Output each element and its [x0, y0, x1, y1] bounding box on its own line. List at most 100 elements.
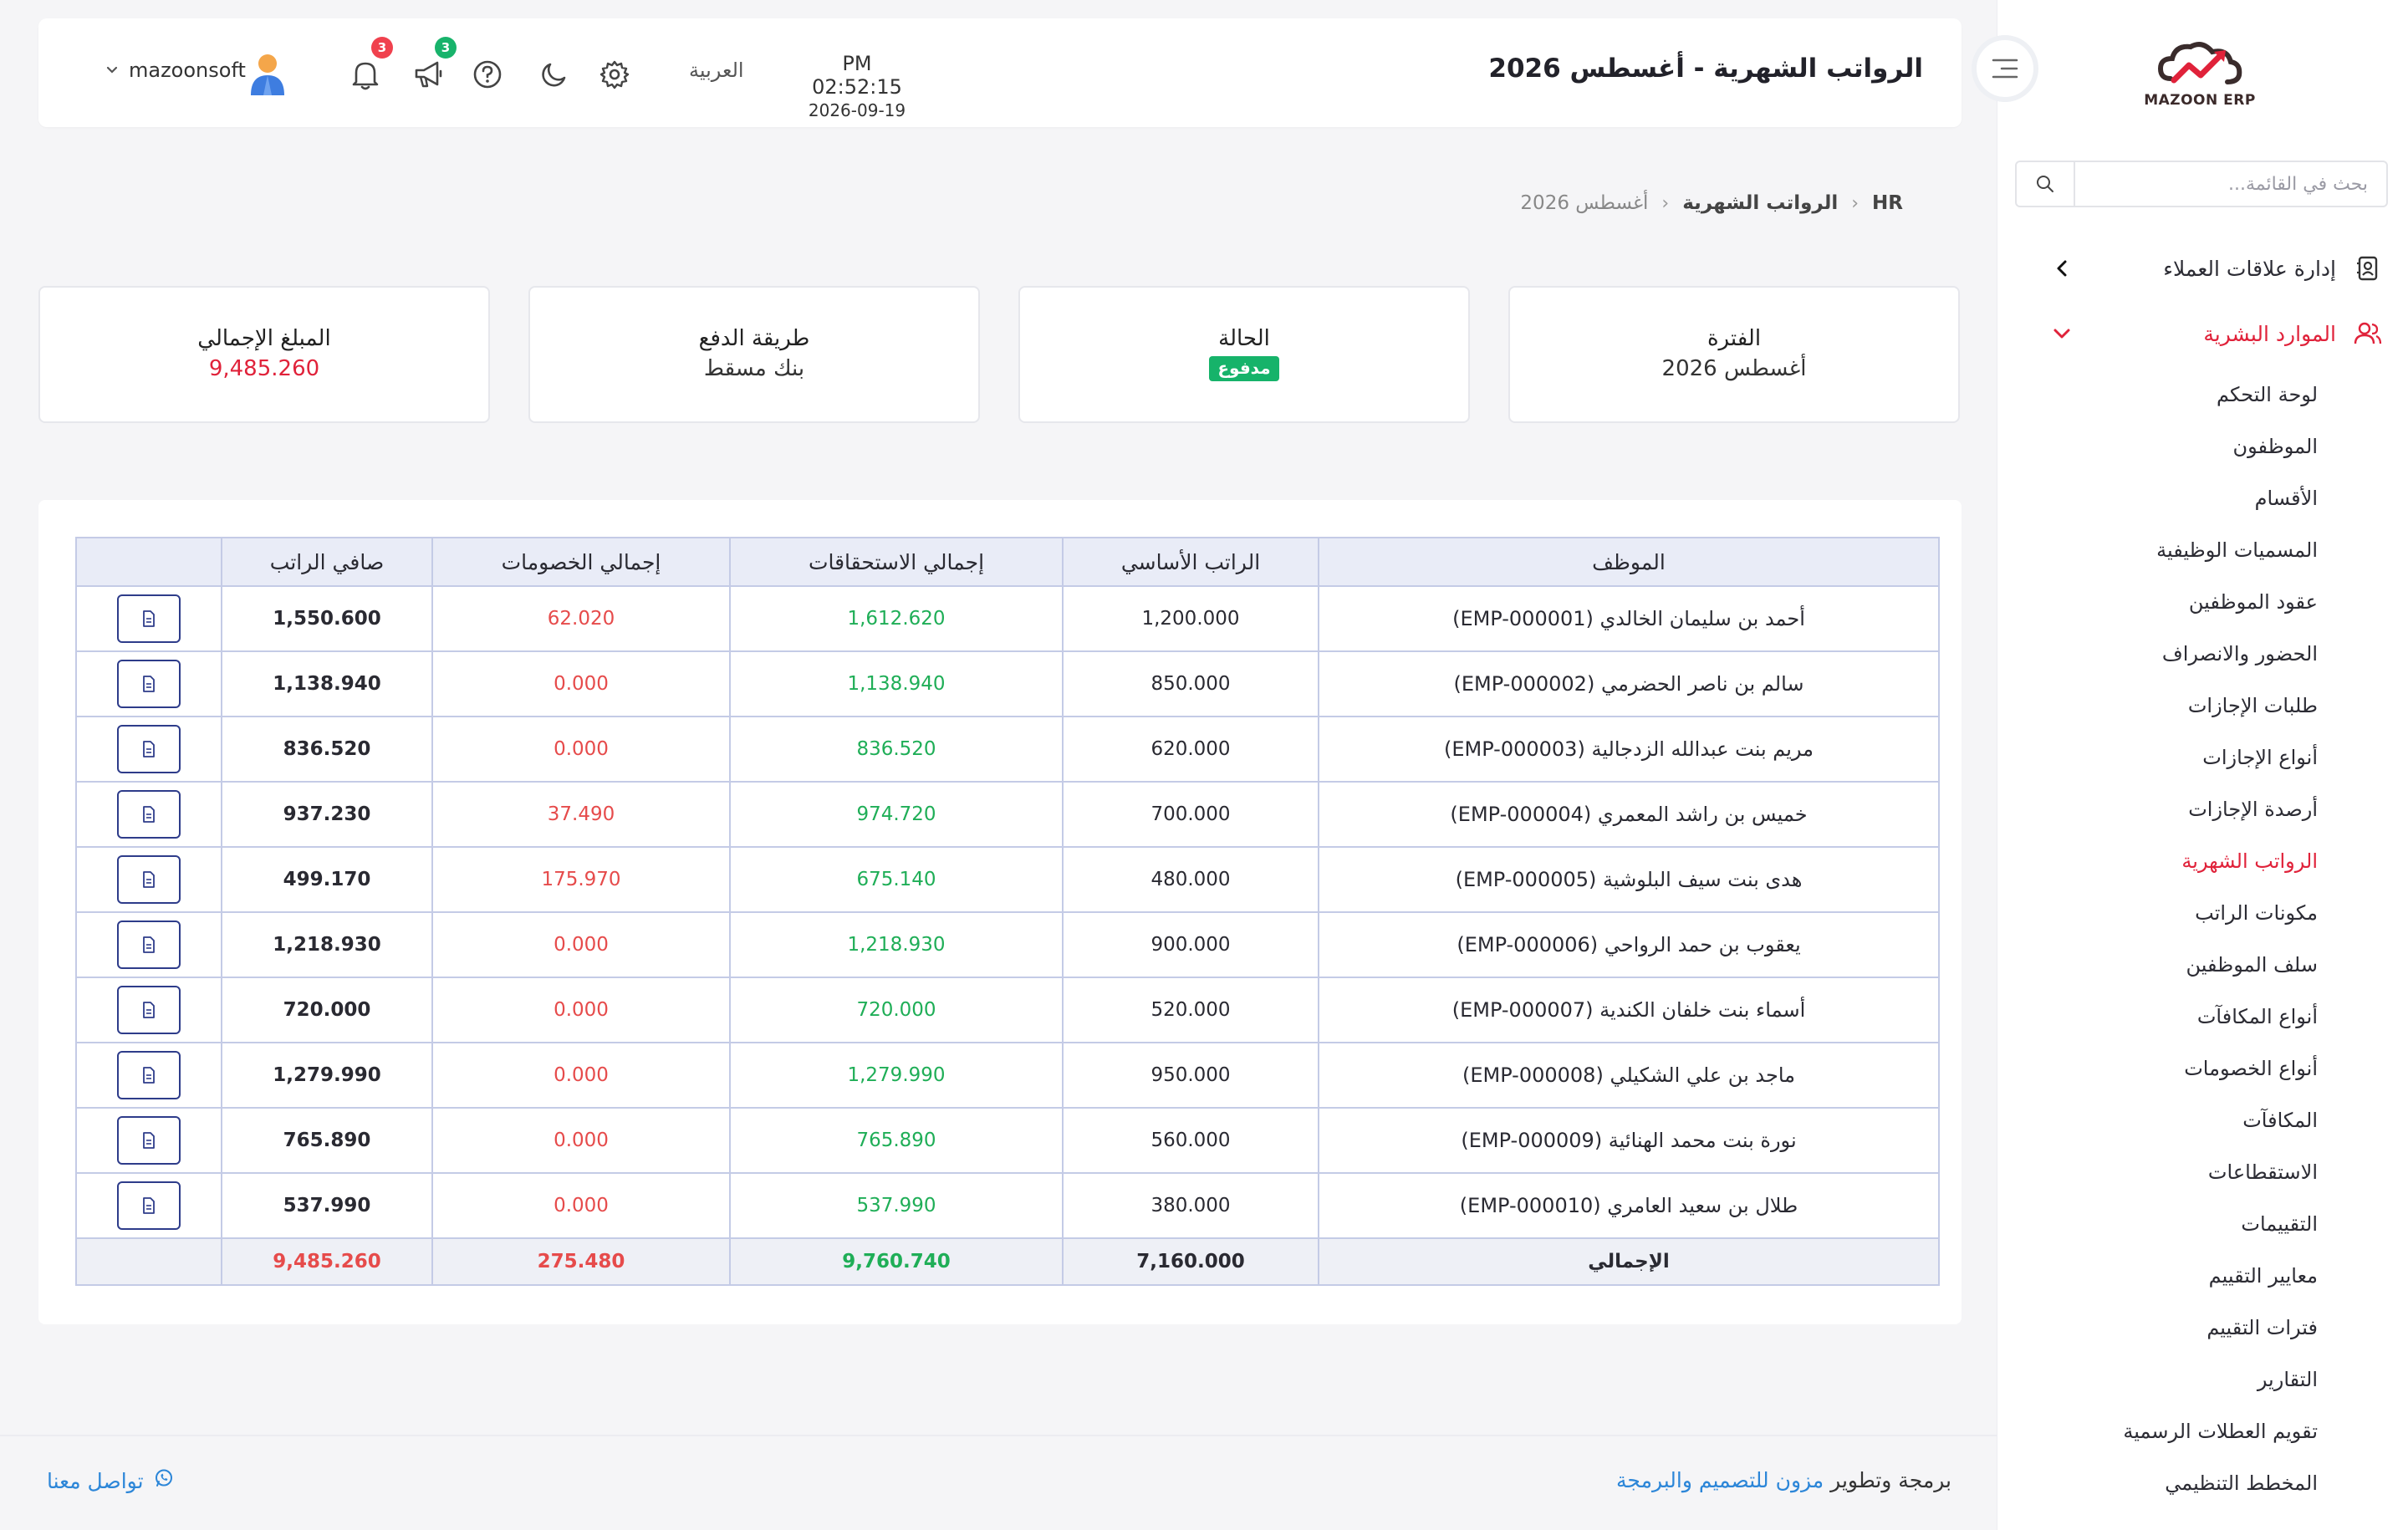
- breadcrumb-section[interactable]: الرواتب الشهرية: [1682, 192, 1838, 214]
- view-payslip-button[interactable]: [117, 725, 181, 773]
- table-row: خميس بن راشد المعمري (EMP-000004) 700.000…: [75, 781, 1940, 848]
- sidebar-item[interactable]: المخطط التنظيمي: [2165, 1471, 2318, 1495]
- sidebar-item[interactable]: الأقسام: [2255, 487, 2318, 510]
- actions-cell: [75, 911, 222, 978]
- nav-group-hr[interactable]: الموارد البشرية: [1997, 304, 2408, 363]
- announcements-button[interactable]: 3: [406, 37, 457, 97]
- document-icon: [143, 1132, 155, 1149]
- sidebar-item[interactable]: التقارير: [2258, 1368, 2318, 1391]
- employee-cell: ماجد بن علي الشكيلي (EMP-000008): [1318, 1042, 1940, 1109]
- sidebar-item[interactable]: الرواتب الشهرية: [2181, 849, 2318, 873]
- table-row: يعقوب بن حمد الرواحي (EMP-000006) 900.000…: [75, 911, 1940, 978]
- sidebar-item[interactable]: الاستقطاعات: [2208, 1160, 2318, 1184]
- sidebar-item[interactable]: مكونات الراتب: [2195, 901, 2318, 925]
- help-button[interactable]: [465, 52, 510, 97]
- document-icon: [143, 610, 155, 627]
- sidebar-item[interactable]: فترات التقييم: [2206, 1316, 2318, 1339]
- employee-cell: نورة بنت محمد الهنائية (EMP-000009): [1318, 1107, 1940, 1174]
- net-salary-cell: 537.990: [221, 1172, 433, 1239]
- view-payslip-button[interactable]: [117, 921, 181, 969]
- user-menu[interactable]: mazoonsoft: [105, 59, 246, 82]
- total-basic: 7,160.000: [1062, 1237, 1319, 1286]
- view-payslip-button[interactable]: [117, 1181, 181, 1230]
- earnings-cell: 1,218.930: [729, 911, 1064, 978]
- notifications-button[interactable]: 3: [343, 37, 393, 97]
- earnings-cell: 537.990: [729, 1172, 1064, 1239]
- settings-button[interactable]: [592, 52, 637, 97]
- contact-label: تواصل معنا: [47, 1468, 144, 1493]
- clock: PM 02:52:15 2026-09-19: [794, 52, 920, 120]
- sidebar-item[interactable]: معايير التقييم: [2209, 1264, 2318, 1288]
- sidebar-item[interactable]: المكافآت: [2242, 1109, 2318, 1132]
- avatar[interactable]: [244, 50, 291, 97]
- menu-icon: [1992, 59, 2018, 79]
- net-salary-cell: 1,279.990: [221, 1042, 433, 1109]
- search-icon[interactable]: [2017, 162, 2075, 206]
- megaphone-icon: [415, 61, 442, 88]
- view-payslip-button[interactable]: [117, 986, 181, 1034]
- total-deductions: 275.480: [431, 1237, 731, 1286]
- sidebar-item[interactable]: لوحة التحكم: [2217, 383, 2318, 406]
- view-payslip-button[interactable]: [117, 855, 181, 904]
- payment-method-value: بنك مسقط: [703, 356, 805, 381]
- net-salary-cell: 1,550.600: [221, 585, 433, 652]
- nav-group-crm[interactable]: إدارة علاقات العملاء: [1997, 239, 2408, 298]
- document-icon: [143, 676, 155, 692]
- actions-cell: [75, 650, 222, 717]
- payroll-table: الموظف الراتب الأساسي إجمالي الاستحقاقات…: [75, 537, 1940, 1286]
- sidebar-item[interactable]: الموظفون: [2232, 435, 2318, 458]
- employee-cell: أسماء بنت خلفان الكندية (EMP-000007): [1318, 977, 1940, 1043]
- earnings-cell: 675.140: [729, 846, 1064, 913]
- view-payslip-button[interactable]: [117, 660, 181, 708]
- net-salary-cell: 499.170: [221, 846, 433, 913]
- bell-icon: [352, 62, 379, 90]
- view-payslip-button[interactable]: [117, 790, 181, 839]
- theme-toggle-button[interactable]: [532, 52, 577, 97]
- basic-salary-cell: 480.000: [1062, 846, 1319, 913]
- deductions-cell: 0.000: [431, 1107, 731, 1174]
- table-row: طلال بن سعيد العامري (EMP-000010) 380.000…: [75, 1172, 1940, 1239]
- view-payslip-button[interactable]: [117, 1051, 181, 1099]
- net-salary-cell: 1,218.930: [221, 911, 433, 978]
- sidebar-item[interactable]: سلف الموظفين: [2186, 953, 2318, 977]
- col-employee: الموظف: [1318, 537, 1940, 587]
- sidebar-item[interactable]: الحضور والانصراف: [2162, 642, 2318, 666]
- breadcrumb-root[interactable]: HR: [1872, 192, 1903, 214]
- sidebar-item[interactable]: أرصدة الإجازات: [2188, 798, 2318, 821]
- sidebar: MAZOON ERP إدارة علاقات العملاء الموارد …: [1972, 0, 2408, 1530]
- sidebar-item[interactable]: أنواع الخصومات: [2184, 1057, 2318, 1080]
- col-basic-salary: الراتب الأساسي: [1062, 537, 1319, 587]
- sidebar-item[interactable]: تقويم العطلات الرسمية: [2123, 1420, 2318, 1443]
- logo-icon: [2157, 42, 2242, 84]
- deductions-cell: 0.000: [431, 911, 731, 978]
- sidebar-search-input[interactable]: [2075, 162, 2386, 206]
- brand-logo[interactable]: MAZOON ERP: [2137, 37, 2263, 112]
- col-total-earnings: إجمالي الاستحقاقات: [729, 537, 1064, 587]
- chevron-left-icon: ‹: [1851, 192, 1860, 214]
- sidebar-item[interactable]: أنواع الإجازات: [2202, 746, 2318, 769]
- deductions-cell: 37.490: [431, 781, 731, 848]
- chevron-down-icon: [106, 66, 118, 74]
- table-row: ماجد بن علي الشكيلي (EMP-000008) 950.000 1…: [75, 1042, 1940, 1109]
- basic-salary-cell: 520.000: [1062, 977, 1319, 1043]
- sidebar-item[interactable]: طلبات الإجازات: [2188, 694, 2318, 717]
- period-label: الفترة: [1707, 326, 1762, 351]
- contact-link[interactable]: تواصل معنا: [47, 1468, 174, 1493]
- document-icon: [143, 741, 155, 757]
- net-salary-cell: 765.890: [221, 1107, 433, 1174]
- view-payslip-button[interactable]: [117, 594, 181, 643]
- view-payslip-button[interactable]: [117, 1116, 181, 1165]
- sidebar-item[interactable]: عقود الموظفين: [2189, 590, 2318, 614]
- sidebar-item[interactable]: التقييمات: [2241, 1212, 2318, 1236]
- earnings-cell: 974.720: [729, 781, 1064, 848]
- sidebar-toggle-button[interactable]: [1972, 35, 2038, 102]
- chevron-left-icon: [2037, 259, 2087, 278]
- logo-text: MAZOON ERP: [2144, 92, 2256, 109]
- sidebar-item[interactable]: أنواع المكافآت: [2197, 1005, 2318, 1028]
- basic-salary-cell: 850.000: [1062, 650, 1319, 717]
- language-switch[interactable]: العربية: [689, 59, 744, 82]
- users-icon: [2351, 322, 2385, 345]
- sidebar-item[interactable]: المسميات الوظيفية: [2156, 538, 2318, 562]
- summary-card-total: المبلغ الإجمالي 9,485.260: [38, 286, 490, 423]
- credit-link[interactable]: مزون للتصميم والبرمجة: [1616, 1468, 1824, 1492]
